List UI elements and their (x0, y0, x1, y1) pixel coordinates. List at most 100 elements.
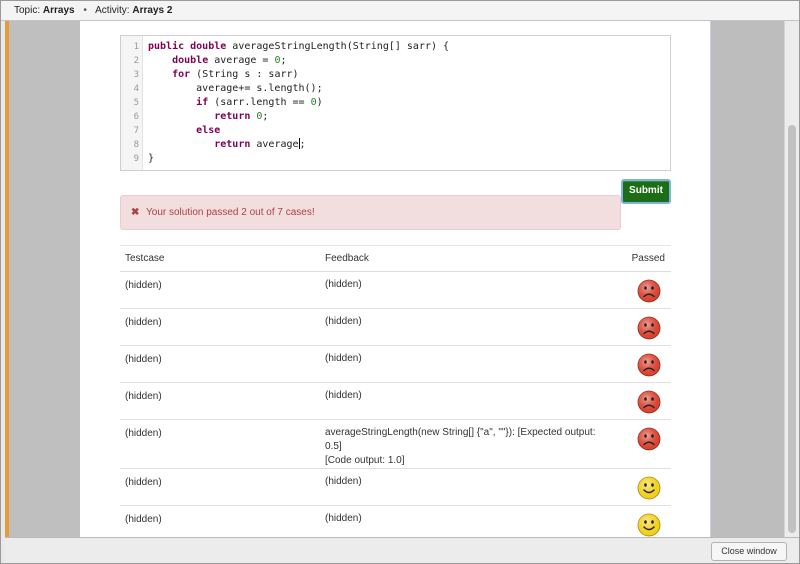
window-footer: Close window (5, 537, 799, 563)
code-keyword: return (214, 139, 251, 150)
table-row: (hidden) (hidden) (120, 271, 671, 309)
code-keyword: return (214, 111, 251, 122)
line-number: 8 (133, 140, 139, 150)
line-number: 4 (133, 84, 139, 94)
code-token: average+= s.length(); (148, 83, 323, 94)
code-line[interactable]: 1 public double averageStringLength(Strin… (121, 40, 670, 54)
sad-face-icon (637, 316, 661, 340)
topic-label: Topic: (14, 5, 41, 16)
code-keyword: if (196, 97, 209, 108)
code-token: ) (316, 97, 323, 108)
feedback-line: averageStringLength(new String[] {"a", "… (325, 427, 596, 452)
code-line[interactable]: 5 if (sarr.length == 0) (121, 96, 670, 110)
code-keyword: double (172, 55, 209, 66)
table-row: (hidden) (hidden) (120, 308, 671, 346)
code-line[interactable]: 4 average+= s.length(); (121, 82, 670, 96)
results-table: Testcase Feedback Passed (hidden) (hidden… (120, 245, 671, 537)
passed-cell (611, 382, 671, 420)
line-number: 2 (133, 56, 139, 66)
code-text: for (String s : sarr) (148, 68, 299, 82)
table-row: (hidden) (hidden) (120, 382, 671, 420)
feedback-line: (hidden) (325, 353, 362, 364)
smiley-face-icon (637, 513, 661, 537)
feedback-line: (hidden) (325, 390, 362, 401)
testcase-cell: (hidden) (120, 468, 320, 506)
code-text: else (148, 124, 220, 138)
testcase-cell: (hidden) (120, 308, 320, 346)
feedback-cell: (hidden) (320, 308, 611, 346)
passed-cell (611, 271, 671, 309)
code-token: average (250, 139, 299, 150)
code-text: return average; (148, 138, 306, 152)
main-content: 1 public double averageStringLength(Strin… (80, 21, 710, 537)
passed-cell (611, 308, 671, 346)
window-titlebar: Topic: Arrays • Activity: Arrays 2 (1, 1, 799, 21)
feedback-line: (hidden) (325, 279, 362, 290)
line-number: 9 (133, 154, 139, 164)
testcase-cell: (hidden) (120, 382, 320, 420)
code-token: ; (262, 111, 269, 122)
passed-cell (611, 468, 671, 506)
feedback-cell: (hidden) (320, 382, 611, 420)
scrollbar-thumb[interactable] (788, 125, 796, 533)
passed-cell (611, 345, 671, 383)
code-text: } (148, 152, 154, 166)
activity-window: Topic: Arrays • Activity: Arrays 2 1 publ… (0, 0, 800, 564)
line-number: 1 (133, 42, 139, 52)
testcase-cell: (hidden) (120, 345, 320, 383)
code-token: average = (208, 55, 275, 66)
code-keyword: for (172, 69, 191, 80)
line-number: 3 (133, 70, 139, 80)
table-row: (hidden) (hidden) (120, 468, 671, 506)
code-line[interactable]: 9} (121, 152, 670, 166)
code-token: (String s : sarr) (190, 69, 299, 80)
feedback-header: Feedback (320, 245, 611, 272)
feedback-cell: averageStringLength(new String[] {"a", "… (320, 419, 611, 469)
line-number: 5 (133, 98, 139, 108)
sad-face-icon (637, 279, 661, 303)
feedback-cell: (hidden) (320, 271, 611, 309)
feedback-cell: (hidden) (320, 505, 611, 537)
testcase-header: Testcase (120, 245, 320, 272)
code-token: averageStringLength(String[] sarr) { (226, 41, 450, 52)
line-number: 6 (133, 112, 139, 122)
table-row: (hidden) averageStringLength(new String[]… (120, 419, 671, 469)
code-text: average+= s.length(); (148, 82, 323, 96)
table-row: (hidden) (hidden) (120, 345, 671, 383)
code-token: (sarr.length == (208, 97, 311, 108)
passed-cell (611, 505, 671, 537)
code-line[interactable]: 8 return average; (121, 138, 670, 152)
result-message: Your solution passed 2 out of 7 cases! (146, 207, 315, 218)
feedback-cell: (hidden) (320, 468, 611, 506)
left-panel (9, 21, 80, 537)
results-header-row: Testcase Feedback Passed (120, 245, 671, 272)
code-line[interactable]: 2 double average = 0; (121, 54, 670, 68)
code-line[interactable]: 7 else (121, 124, 670, 138)
error-x-icon: ✖ (131, 207, 140, 218)
testcase-cell: (hidden) (120, 419, 320, 469)
feedback-line: (hidden) (325, 316, 362, 327)
submit-button[interactable]: Submit (621, 179, 671, 204)
code-keyword: public double (148, 41, 227, 52)
code-line[interactable]: 3 for (String s : sarr) (121, 68, 670, 82)
code-editor[interactable]: 1 public double averageStringLength(Strin… (120, 35, 671, 171)
topic-value: Arrays (42, 5, 75, 16)
sad-face-icon (637, 353, 661, 377)
passed-header: Passed (611, 245, 671, 272)
feedback-cell: (hidden) (320, 345, 611, 383)
code-text: public double averageStringLength(String… (148, 40, 449, 54)
right-panel (710, 21, 784, 537)
code-text: if (sarr.length == 0) (148, 96, 323, 110)
code-keyword: else (196, 125, 221, 136)
code-line[interactable]: 6 return 0; (121, 110, 670, 124)
sad-face-icon (637, 390, 661, 414)
feedback-line: (hidden) (325, 513, 362, 524)
close-window-button[interactable]: Close window (711, 542, 787, 561)
vertical-scrollbar[interactable] (784, 21, 799, 537)
sad-face-icon (637, 427, 661, 451)
code-token: ; (299, 139, 306, 150)
code-token: } (148, 153, 155, 164)
